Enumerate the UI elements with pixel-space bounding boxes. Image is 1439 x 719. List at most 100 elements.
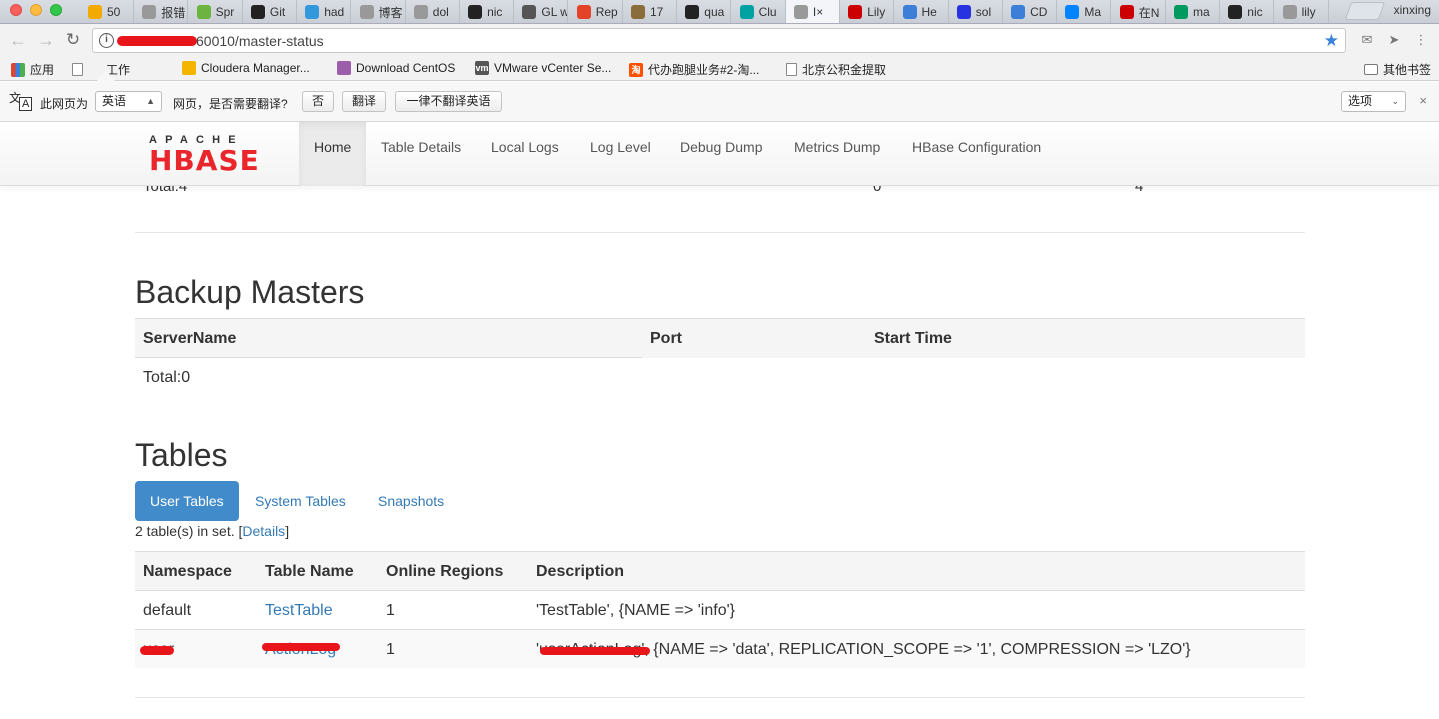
- browser-tab[interactable]: I×: [785, 0, 840, 23]
- backup-masters-header: ServerName Port Start Time: [135, 318, 1305, 358]
- forward-arrow-icon[interactable]: →: [36, 30, 56, 50]
- browser-tab[interactable]: 在N: [1112, 0, 1166, 23]
- header-description: Description: [536, 563, 625, 580]
- translate-prefix: 此网页为: [40, 97, 89, 111]
- bookmark-gjj[interactable]: 北京公积金提取: [786, 61, 886, 78]
- bookmark-other[interactable]: 其他书签: [1364, 61, 1431, 78]
- logo-hbase-text: HBASE: [149, 144, 260, 177]
- tab-favicon-icon: [739, 5, 754, 19]
- profile-name[interactable]: xinxing: [1394, 3, 1431, 17]
- cloudera-icon: [182, 61, 196, 75]
- browser-tab[interactable]: lily: [1275, 0, 1329, 23]
- language-value: 英语: [102, 94, 127, 108]
- tab-favicon-icon: [956, 5, 971, 19]
- bookmark-cloudera[interactable]: Cloudera Manager...: [182, 61, 310, 75]
- browser-tab[interactable]: Lily: [840, 0, 895, 23]
- tab-favicon-icon: [359, 5, 374, 19]
- reload-icon[interactable]: ↻: [63, 30, 83, 50]
- header-servername: ServerName: [143, 330, 237, 347]
- section-divider: [135, 232, 1305, 233]
- tab-user-tables[interactable]: User Tables: [135, 481, 239, 521]
- nav-log-level[interactable]: Log Level: [575, 122, 666, 186]
- tab-system-tables[interactable]: System Tables: [240, 481, 361, 521]
- row1-namespace: default: [143, 602, 192, 619]
- maximize-window-button[interactable]: [50, 4, 62, 16]
- backup-masters-title: Backup Masters: [135, 274, 365, 310]
- translate-button[interactable]: 翻译: [342, 91, 386, 112]
- browser-tab[interactable]: dol: [406, 0, 460, 23]
- tab-favicon-icon: [305, 5, 320, 19]
- bookmarks-bar: 应用 工作 Cloudera Manager... Download CentO…: [0, 57, 1439, 81]
- back-arrow-icon[interactable]: ←: [8, 30, 28, 50]
- browser-tab[interactable]: Rep: [569, 0, 623, 23]
- bookmark-vmware[interactable]: vm VMware vCenter Se...: [475, 61, 611, 75]
- bookmark-label: Cloudera Manager...: [201, 61, 310, 75]
- bookmark-apps[interactable]: 应用: [11, 61, 54, 78]
- gmail-extension-icon[interactable]: ✉: [1358, 32, 1376, 48]
- translate-pointer: [96, 70, 116, 82]
- url-text[interactable]: 60010/master-status: [196, 33, 324, 49]
- tab-title: Clu: [758, 5, 777, 19]
- browser-tab[interactable]: had: [297, 0, 352, 23]
- page-content: APACHE HBASE Home Table Details Local Lo…: [0, 122, 1439, 719]
- browser-tab[interactable]: 17: [623, 0, 677, 23]
- no-translate-button[interactable]: 否: [302, 91, 334, 112]
- bookmark-taobao[interactable]: 淘 代办跑腿业务#2-淘...: [629, 61, 759, 78]
- never-translate-button[interactable]: 一律不翻译英语: [395, 91, 502, 112]
- extension-arrow-icon[interactable]: ➤: [1385, 32, 1403, 48]
- nav-hbase-configuration[interactable]: HBase Configuration: [897, 122, 1056, 186]
- tab-favicon-icon: [413, 5, 428, 19]
- browser-tab[interactable]: 博客: [352, 0, 406, 23]
- browser-tab[interactable]: Clu: [732, 0, 786, 23]
- nav-metrics-dump[interactable]: Metrics Dump: [779, 122, 895, 186]
- tab-favicon-icon: [196, 5, 211, 19]
- close-window-button[interactable]: [10, 4, 22, 16]
- browser-tab[interactable]: sol: [949, 0, 1003, 23]
- browser-tab[interactable]: He: [895, 0, 949, 23]
- tab-favicon-icon: [1011, 5, 1026, 19]
- address-bar[interactable]: i 60010/master-status ★: [92, 28, 1346, 53]
- options-label: 选项: [1348, 94, 1373, 108]
- nav-table-details[interactable]: Table Details: [366, 122, 476, 186]
- tables-count-line: 2 table(s) in set. [Details]: [135, 523, 289, 539]
- tab-snapshots[interactable]: Snapshots: [363, 481, 459, 521]
- new-tab-button[interactable]: [1344, 2, 1386, 20]
- browser-tab[interactable]: Ma: [1057, 0, 1112, 23]
- table-name-redaction: [262, 643, 340, 651]
- details-link[interactable]: Details: [242, 523, 285, 539]
- browser-tab[interactable]: CD: [1003, 0, 1058, 23]
- header-online-regions: Online Regions: [386, 563, 504, 580]
- browser-tab[interactable]: 50: [80, 0, 134, 23]
- browser-tab[interactable]: nic: [1220, 0, 1275, 23]
- tables-title: Tables: [135, 437, 228, 473]
- language-select[interactable]: 英语 ▲: [95, 91, 162, 112]
- row1-table-link[interactable]: TestTable: [265, 602, 333, 620]
- browser-tab[interactable]: 报错: [134, 0, 189, 23]
- bookmark-centos[interactable]: Download CentOS: [337, 61, 455, 75]
- info-icon[interactable]: i: [99, 33, 114, 48]
- menu-kebab-icon[interactable]: ⋮: [1412, 32, 1430, 48]
- browser-tab[interactable]: GL we: [514, 0, 569, 23]
- namespace-redaction: [140, 646, 174, 655]
- browser-tab[interactable]: Git: [243, 0, 297, 23]
- tab-title: Spr: [215, 5, 235, 19]
- hbase-logo[interactable]: APACHE HBASE: [149, 134, 289, 177]
- row1-description: 'TestTable', {NAME => 'info'}: [536, 602, 735, 619]
- browser-tab[interactable]: nic: [460, 0, 515, 23]
- close-icon[interactable]: ×: [1419, 93, 1427, 108]
- tab-title: CD: [1030, 5, 1048, 19]
- hbase-navbar: APACHE HBASE Home Table Details Local Lo…: [0, 122, 1439, 186]
- translate-options-select[interactable]: 选项 ⌄: [1341, 91, 1406, 112]
- browser-tab[interactable]: qua: [677, 0, 732, 23]
- tab-title: 17: [650, 5, 664, 19]
- minimize-window-button[interactable]: [30, 4, 42, 16]
- nav-local-logs[interactable]: Local Logs: [476, 122, 574, 186]
- backup-masters-total: Total:0: [143, 369, 191, 386]
- browser-tab[interactable]: ma: [1166, 0, 1220, 23]
- browser-tab[interactable]: Spr: [189, 0, 243, 23]
- nav-debug-dump[interactable]: Debug Dump: [665, 122, 778, 186]
- nav-home[interactable]: Home: [299, 122, 367, 186]
- header-start-time: Start Time: [874, 330, 952, 347]
- tab-title: ma: [1193, 5, 1210, 19]
- bookmark-star-icon[interactable]: ★: [1324, 31, 1339, 51]
